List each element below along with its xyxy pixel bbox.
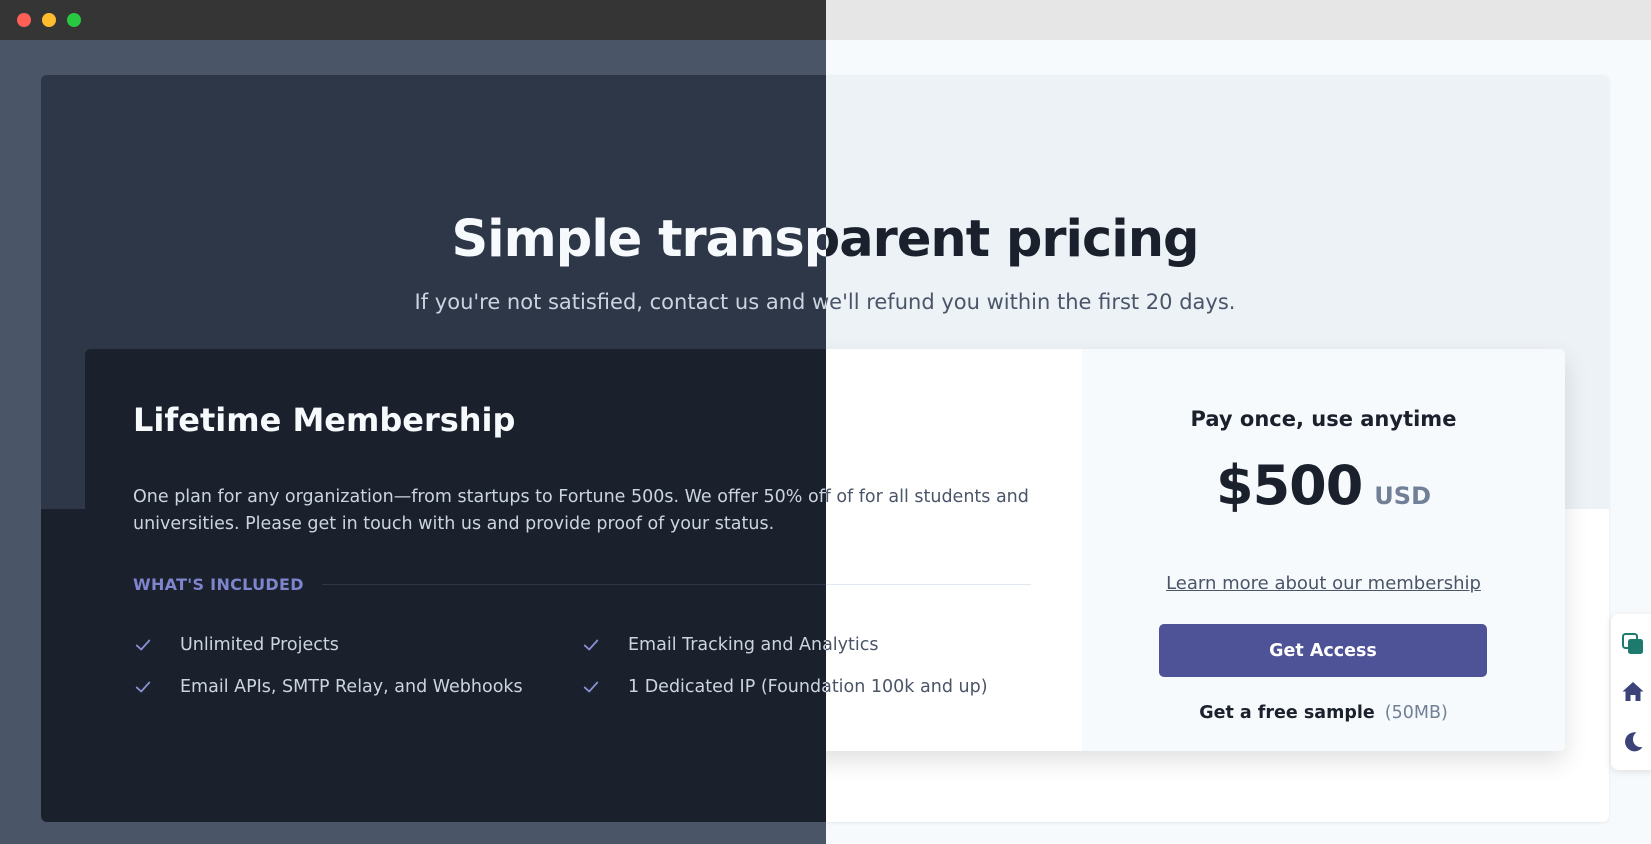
dark-scene: Simple transparent pricing If you're not… [0,0,826,844]
page-title: Simple transparent pricing [826,210,1200,269]
maximize-window-button[interactable] [67,13,81,27]
purchase-panel: Pay once, use anytime $500 USD Learn mor… [1082,349,1565,751]
feature-item: 1 Dedicated IP (Foundation 100k and up) [581,673,826,701]
check-icon [581,635,601,655]
feature-item: Email APIs, SMTP Relay, and Webhooks [133,673,523,701]
side-toolbar [1611,614,1651,770]
feature-label: 1 Dedicated IP (Foundation 100k and up) [826,677,988,697]
dark-theme-half: Simple transparent pricing If you're not… [0,0,826,844]
included-label: WHAT'S INCLUDED [133,574,304,594]
sample-label: Get a free sample [1199,703,1375,723]
feature-item: Unlimited Projects [133,631,339,659]
plan-title: Lifetime Membership [133,401,516,439]
light-scene: Simple transparent pricing If you're not… [826,0,1651,844]
copy-icon [1620,631,1646,661]
page-title: Simple transparent pricing [451,210,826,269]
feature-label: Unlimited Projects [180,635,339,655]
close-window-button[interactable] [17,13,31,27]
check-icon [133,635,153,655]
page-subtitle: If you're not satisfied, contact us and … [414,290,826,314]
feature-label: Email APIs, SMTP Relay, and Webhooks [180,677,523,697]
plan-description: One plan for any organization—from start… [826,487,1029,507]
feature-label: Email Tracking and Analytics [826,635,879,655]
included-divider [826,583,1031,585]
pricing-frame: Simple transparent pricing If you're not… [826,75,1609,822]
price-row: $500 USD [1082,454,1565,517]
get-access-button[interactable]: Get Access [1159,624,1487,677]
window-titlebar [0,0,826,40]
page-subtitle: If you're not satisfied, contact us and … [826,290,1236,314]
price-value: $500 [1216,454,1363,517]
free-sample-link[interactable]: Get a free sample (50MB) [1082,703,1565,723]
copy-button[interactable] [1611,626,1651,666]
plan-details: Lifetime Membership One plan for any org… [826,349,1082,751]
theme-toggle-button[interactable] [1611,724,1651,764]
plan-details: Lifetime Membership One plan for any org… [85,349,826,751]
minimize-window-button[interactable] [42,13,56,27]
window-controls [17,13,81,27]
feature-item: Email Tracking and Analytics [826,631,879,659]
included-header: WHAT'S INCLUDED [133,573,826,595]
feature-item: 1 Dedicated IP (Foundation 100k and up) [826,673,988,701]
feature-label: 1 Dedicated IP (Foundation 100k and up) [628,677,826,697]
home-button[interactable] [1611,674,1651,714]
learn-more-link[interactable]: Learn more about our membership [1082,573,1565,594]
check-icon [133,677,153,697]
window-titlebar [826,0,1651,40]
home-icon [1620,679,1646,709]
pay-label: Pay once, use anytime [1190,407,1457,431]
feature-item: Email Tracking and Analytics [581,631,826,659]
light-theme-half: Simple transparent pricing If you're not… [826,0,1651,844]
included-divider [321,583,826,585]
browser-viewport: Simple transparent pricing If you're not… [0,40,826,844]
check-icon [581,677,601,697]
pricing-card: Lifetime Membership One plan for any org… [826,349,1565,751]
pricing-card: Lifetime Membership One plan for any org… [85,349,826,751]
price-currency: USD [1374,482,1431,510]
plan-description: One plan for any organization—from start… [133,487,826,534]
browser-viewport: Simple transparent pricing If you're not… [826,40,1651,844]
feature-label: Email Tracking and Analytics [628,635,826,655]
sample-size: (50MB) [1384,703,1448,723]
moon-icon [1620,729,1646,759]
pricing-frame: Simple transparent pricing If you're not… [41,75,826,822]
included-header: WHAT'S INCLUDED [826,573,1031,595]
